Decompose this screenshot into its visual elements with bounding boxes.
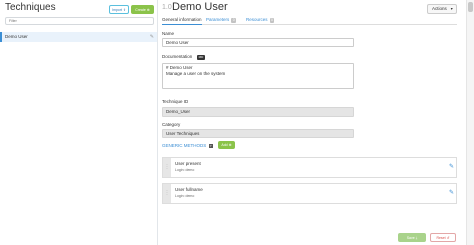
tab-label: General information <box>162 17 202 22</box>
method-item[interactable]: ⋮ User fullname Login: demo ✎ <box>162 183 457 204</box>
method-name: User fullname <box>175 187 203 192</box>
reset-button[interactable]: Reset ↺ <box>430 233 456 242</box>
pencil-icon[interactable]: ✎ <box>449 163 454 170</box>
generic-methods-label: GENERIC METHODS <box>162 143 207 148</box>
drag-handle-icon[interactable]: ⋮ <box>163 158 171 177</box>
plus-circle-icon: ⊕ <box>228 143 232 147</box>
technique-id-label: Technique ID <box>162 99 189 104</box>
category-label: Category <box>162 122 181 127</box>
import-button[interactable]: Import ⇪ <box>109 5 129 14</box>
technique-item-label: Demo User <box>5 34 28 39</box>
upload-icon: ⇪ <box>122 7 126 12</box>
resources-count-badge: 0 <box>269 18 275 23</box>
category-field[interactable]: User Techniques <box>162 129 354 138</box>
tab-general-information[interactable]: General information <box>162 16 202 25</box>
documentation-label: Documentation <box>162 54 193 59</box>
name-label: Name <box>162 31 175 36</box>
technique-editor: 1.0 Demo User Actions ▼ General informat… <box>158 0 461 245</box>
scrollbar-thumb[interactable] <box>468 2 473 12</box>
drag-handle-icon[interactable]: ⋮ <box>163 184 171 203</box>
pencil-icon[interactable]: ✎ <box>449 189 454 196</box>
tab-label: Resources <box>246 17 268 22</box>
import-label: Import <box>112 7 122 12</box>
sidebar-title: Techniques <box>5 2 56 13</box>
parameters-count-badge: 0 <box>231 18 237 23</box>
undo-icon: ↺ <box>446 235 450 240</box>
method-parameter: Login: demo <box>175 194 195 198</box>
filter-input[interactable] <box>5 17 154 25</box>
help-icon[interactable]: ? <box>208 143 213 148</box>
tab-bar: General information Parameters 0 Resource… <box>162 16 457 25</box>
tab-resources[interactable]: Resources 0 <box>246 16 275 25</box>
scrollbar[interactable] <box>466 0 474 245</box>
caret-down-icon: ▼ <box>450 7 454 11</box>
method-parameter: Login: demo <box>175 168 195 172</box>
save-label: Save <box>406 235 415 240</box>
plus-circle-icon: ⊕ <box>146 7 150 12</box>
method-name: User present <box>175 161 201 166</box>
technique-id-field: Demo_User <box>162 107 354 117</box>
actions-dropdown[interactable]: Actions ▼ <box>427 4 457 14</box>
actions-label: Actions <box>432 6 447 11</box>
add-method-button[interactable]: Add ⊕ <box>218 141 235 149</box>
markdown-badge: MD <box>197 55 205 60</box>
create-label: Create <box>135 7 146 12</box>
technique-list-item[interactable]: Demo User ✎ <box>0 32 157 42</box>
reset-label: Reset <box>436 235 446 240</box>
documentation-line: Manage a user on the system <box>166 70 226 76</box>
pencil-icon[interactable]: ✎ <box>150 32 154 42</box>
page-title: Demo User <box>172 1 228 13</box>
tab-parameters[interactable]: Parameters 0 <box>206 16 237 25</box>
method-item[interactable]: ⋮ User present Login: demo ✎ <box>162 157 457 178</box>
download-icon: ⤓ <box>415 235 418 240</box>
documentation-textarea[interactable]: # Demo User Manage a user on the system <box>162 63 354 89</box>
version-number: 1.0 <box>162 4 172 11</box>
add-label: Add <box>221 143 228 147</box>
name-field[interactable]: Demo User <box>162 38 354 47</box>
generic-methods-heading: GENERIC METHODS ? <box>162 143 213 148</box>
save-button[interactable]: Save ⤓ <box>398 233 426 242</box>
technique-sidebar: Techniques Import ⇪ Create ⊕ Demo User ✎ <box>0 0 158 245</box>
create-button[interactable]: Create ⊕ <box>131 5 154 14</box>
tab-label: Parameters <box>206 17 230 22</box>
